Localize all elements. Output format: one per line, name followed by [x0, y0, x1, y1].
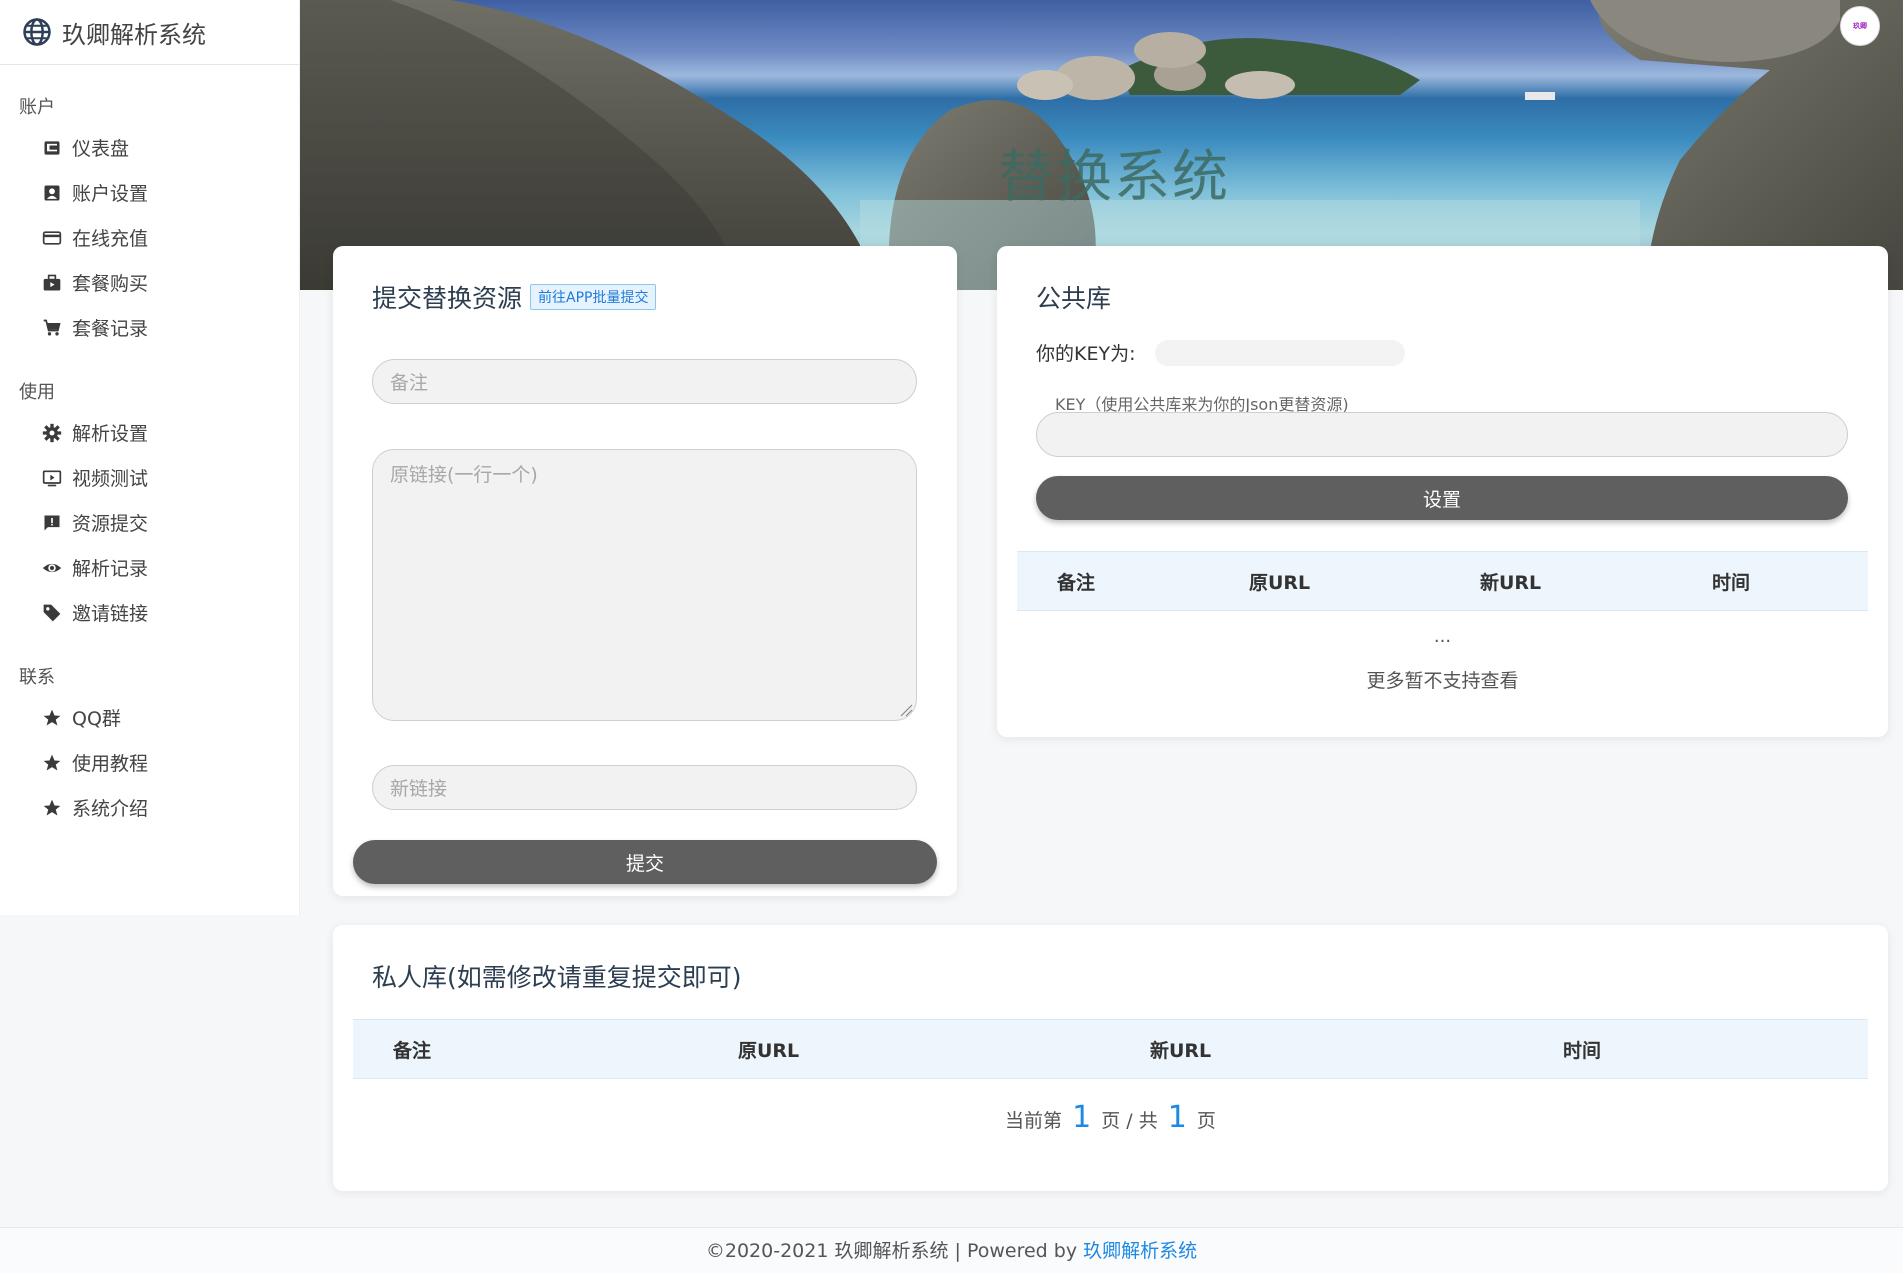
star-icon	[41, 707, 63, 729]
sidebar-item-dashboard[interactable]: 仪表盘	[0, 125, 299, 170]
column-time: 时间	[1563, 1039, 1602, 1062]
sidebar-item-video-test[interactable]: 视频测试	[0, 455, 299, 500]
sidebar-item-label: 使用教程	[72, 753, 149, 775]
submit-card-title: 提交替换资源	[372, 284, 523, 313]
tag-icon	[41, 602, 63, 624]
footer-copyright: ©2020-2021 玖卿解析系统 | Powered by	[705, 1240, 1078, 1262]
sidebar-item-qq-group[interactable]: QQ群	[0, 695, 299, 740]
sidebar-item-label: 解析记录	[72, 558, 149, 580]
pager-prefix: 当前第	[1005, 1110, 1063, 1132]
sidebar-item-parse-settings[interactable]: 解析设置	[0, 410, 299, 455]
public-table-header: 备注 原URL 新URL 时间	[1017, 551, 1868, 611]
briefcase-icon	[41, 272, 63, 294]
star-icon	[41, 752, 63, 774]
table-ellipsis: ...	[1433, 626, 1452, 647]
sidebar-item-account-settings[interactable]: 账户设置	[0, 170, 299, 215]
resize-grip-icon[interactable]	[899, 703, 913, 717]
cart-icon	[41, 317, 63, 339]
sidebar-item-tutorial[interactable]: 使用教程	[0, 740, 299, 785]
more-not-supported-text: 更多暂不支持查看	[1366, 670, 1519, 692]
sidebar-item-label: 视频测试	[72, 468, 149, 490]
private-table-header: 备注 原URL 新URL 时间	[353, 1019, 1868, 1079]
pager-current-page[interactable]: 1	[1072, 1100, 1091, 1135]
sidebar-section-contact: 联系	[19, 667, 55, 688]
column-remark: 备注	[393, 1039, 432, 1062]
sidebar-item-label: 套餐购买	[72, 273, 149, 295]
sidebar-item-resource-submit[interactable]: 资源提交	[0, 500, 299, 545]
column-remark: 备注	[1057, 571, 1096, 594]
sidebar-section-account: 账户	[19, 97, 55, 118]
sidebar-item-label: 仪表盘	[72, 138, 130, 160]
sidebar-item-parse-records[interactable]: 解析记录	[0, 545, 299, 590]
sidebar-item-label: 资源提交	[72, 513, 149, 535]
sidebar-item-system-intro[interactable]: 系统介绍	[0, 785, 299, 830]
credit-card-icon	[41, 227, 63, 249]
column-new-url: 新URL	[1150, 1039, 1212, 1062]
footer-link[interactable]: 玖卿解析系统	[1083, 1240, 1197, 1262]
dashboard-icon	[41, 137, 63, 159]
column-origin-url: 原URL	[1249, 571, 1311, 594]
sidebar-item-recharge[interactable]: 在线充值	[0, 215, 299, 260]
pager-total-pages[interactable]: 1	[1168, 1100, 1187, 1135]
key-value-masked	[1155, 339, 1406, 366]
private-library-card: 私人库(如需修改请重复提交即可) 备注 原URL 新URL 时间 当前第 1 页…	[333, 925, 1888, 1191]
sidebar-item-label: 账户设置	[72, 183, 149, 205]
pager-middle: 页 / 共	[1101, 1110, 1158, 1132]
sidebar-item-label: 邀请链接	[72, 603, 149, 625]
pagination: 当前第 1 页 / 共 1 页	[333, 1100, 1888, 1135]
pager-suffix: 页	[1196, 1110, 1216, 1132]
sidebar-item-label: 解析设置	[72, 423, 149, 445]
footer: ©2020-2021 玖卿解析系统 | Powered by 玖卿解析系统	[0, 1227, 1903, 1273]
origin-links-textarea[interactable]: 原链接(一行一个)	[372, 449, 917, 721]
feedback-icon	[41, 512, 63, 534]
sidebar-item-label: 系统介绍	[72, 798, 149, 820]
public-library-card: 公共库 你的KEY为: KEY（使用公共库来为你的Json更替资源) 设置 备注…	[997, 246, 1888, 737]
gear-icon	[41, 422, 63, 444]
new-link-input[interactable]: 新链接	[372, 765, 917, 810]
video-icon	[41, 467, 63, 489]
column-new-url: 新URL	[1480, 571, 1542, 594]
key-input[interactable]	[1036, 412, 1848, 457]
sidebar-item-invite-link[interactable]: 邀请链接	[0, 590, 299, 635]
user-avatar[interactable]: 玖卿	[1840, 6, 1880, 46]
sidebar-item-label: QQ群	[72, 708, 121, 730]
public-card-title: 公共库	[1036, 284, 1112, 313]
submit-card-header: 提交替换资源 前往APP批量提交	[372, 279, 657, 315]
account-box-icon	[41, 182, 63, 204]
sidebar-item-buy-plan[interactable]: 套餐购买	[0, 260, 299, 305]
sidebar-item-label: 套餐记录	[72, 318, 149, 340]
key-row: 你的KEY为:	[1036, 339, 1406, 366]
hero-title: 替换系统	[998, 145, 1230, 210]
sidebar-item-plan-records[interactable]: 套餐记录	[0, 305, 299, 350]
remark-input[interactable]: 备注	[372, 359, 917, 404]
sidebar-section-usage: 使用	[19, 382, 55, 403]
column-origin-url: 原URL	[738, 1039, 800, 1062]
brand[interactable]: 玖卿解析系统	[0, 0, 299, 65]
globe-icon	[23, 18, 51, 46]
eye-icon	[41, 557, 63, 579]
sidebar: 玖卿解析系统 账户 仪表盘 账户设置 在线充值 套餐购买 套餐记录 使用 解析设…	[0, 0, 300, 915]
submit-button[interactable]: 提交	[353, 840, 937, 884]
set-key-button[interactable]: 设置	[1036, 476, 1848, 520]
submit-resource-card: 提交替换资源 前往APP批量提交 备注 原链接(一行一个) 新链接 提交	[333, 246, 957, 896]
sidebar-item-label: 在线充值	[72, 228, 149, 250]
private-card-title: 私人库(如需修改请重复提交即可)	[372, 963, 742, 992]
origin-links-placeholder: 原链接(一行一个)	[390, 464, 538, 486]
key-label: 你的KEY为:	[1036, 343, 1136, 365]
app-batch-submit-link[interactable]: 前往APP批量提交	[530, 284, 657, 310]
brand-title: 玖卿解析系统	[62, 20, 206, 49]
star-icon	[41, 797, 63, 819]
column-time: 时间	[1712, 571, 1751, 594]
